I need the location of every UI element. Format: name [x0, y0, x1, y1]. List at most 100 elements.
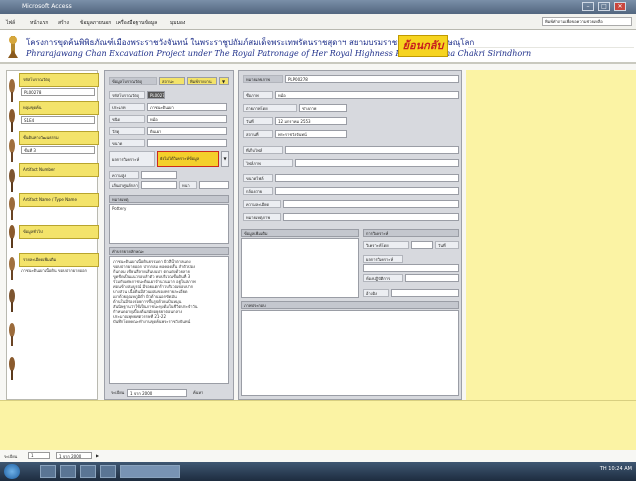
field-label: วัสดุ	[109, 127, 145, 135]
photo-number-field[interactable]: PLP00278	[285, 75, 459, 83]
analyst-field[interactable]	[411, 241, 433, 249]
photo-note-field[interactable]	[283, 213, 459, 221]
additional-info-textarea[interactable]	[241, 238, 359, 298]
field-label: ขนาดไฟล์	[243, 174, 273, 182]
artifact-figure-icon	[9, 79, 15, 102]
artifact-figure-icon	[9, 139, 15, 162]
illustration-area[interactable]	[241, 310, 459, 396]
start-button[interactable]	[4, 464, 20, 479]
nav-artifact-type[interactable]: Artifact Name / Type Name	[19, 193, 99, 207]
menu-item-home[interactable]: หน้าแรก	[30, 19, 48, 27]
nav-cultural-layer-value[interactable]: ชั้นที่ 3	[21, 146, 95, 154]
application-window: Microsoft Access – □ ✕ ไฟล์ หน้าแรก สร้า…	[0, 0, 636, 481]
additional-info-label: ข้อมูลเพิ่มเติม	[241, 229, 359, 237]
nav-cultural-layer[interactable]: ชั้นดินทางวัฒนธรรม	[19, 131, 99, 145]
field-label: เส้นผ่าศูนย์กลาง	[109, 181, 139, 189]
menu-item-file[interactable]: ไฟล์	[6, 19, 15, 27]
record-label: ระเบียน	[111, 390, 125, 395]
emblem-icon	[8, 36, 18, 58]
height-field[interactable]	[141, 171, 177, 179]
nav-artifact-code-value[interactable]: PL00278	[21, 88, 95, 96]
camera-field[interactable]	[275, 187, 459, 195]
record-counter[interactable]: 1 จาก 2000	[127, 389, 187, 397]
field-label: รหัสโบราณวัตถุ	[109, 91, 145, 99]
nav-artifact-code[interactable]: รหัสโบราณวัตถุ	[19, 73, 99, 87]
menu-item-external-data[interactable]: ข้อมูลภายนอก	[80, 19, 111, 27]
field-label: สถานที่	[243, 130, 273, 138]
note-textarea[interactable]: Pottery	[109, 204, 229, 244]
close-button[interactable]: ✕	[614, 2, 626, 11]
nav-artifact-number[interactable]: Artifact Number	[19, 163, 99, 177]
field-label: ขนาด	[109, 139, 145, 147]
back-button[interactable]: ย้อนกลับ	[398, 35, 448, 57]
search-label[interactable]: ค้นหา	[191, 389, 221, 397]
menu-item-database-tools[interactable]: เครื่องมือฐานข้อมูล	[116, 19, 157, 27]
category-field[interactable]: ภาชนะดินเผา	[147, 103, 227, 111]
field-label: ความสูง	[109, 171, 139, 179]
analysis-result-field[interactable]	[363, 264, 459, 272]
help-search-input[interactable]: พิมพ์คำถามเพื่อขอความช่วยเหลือ	[542, 17, 632, 26]
chevron-down-icon[interactable]: ▼	[221, 151, 229, 167]
artifact-figure-icon	[9, 357, 15, 380]
chevron-down-icon[interactable]: ▼	[219, 77, 229, 85]
artifact-figure-icon	[9, 257, 15, 280]
analysis-result-dropdown[interactable]: ยังไม่ได้วิเคราะห์ข้อมูล	[157, 151, 219, 167]
nav-more-details[interactable]: รายละเอียดเพิ่มเติม	[19, 253, 99, 267]
nav-excavation-pit-value[interactable]: S1E4	[21, 116, 95, 124]
image-file-field[interactable]	[295, 159, 459, 167]
record-current-input[interactable]: 1	[28, 452, 50, 459]
file-storage-field[interactable]	[285, 146, 459, 154]
photo-form: หมายเลขภาพ PLP00278 ชื่อภาพ หม้อ ถ่ายภาพ…	[238, 70, 462, 400]
menu-item-view[interactable]: มุมมอง	[170, 19, 185, 27]
status-button[interactable]: สถานะ	[159, 77, 185, 85]
artifact-figure-icon	[9, 197, 15, 220]
next-record-icon[interactable]: ▶	[96, 453, 99, 458]
field-label: หนา	[179, 181, 197, 189]
nav-general-info[interactable]: ข้อมูลทั่วไป	[19, 225, 99, 239]
menu-bar: ไฟล์ หน้าแรก สร้าง ข้อมูลภายนอก เครื่องม…	[0, 14, 636, 30]
file-size-field[interactable]	[275, 174, 459, 182]
reference-field[interactable]	[391, 289, 459, 297]
nav-more-details-text: ภาชนะดินเผาเนื้อดิน ขอบปากผายออก	[21, 268, 87, 273]
taskbar: TH 10:24 AM	[0, 462, 636, 481]
photographer-field[interactable]: ช่างภาพ	[299, 104, 347, 112]
access-taskbar-button[interactable]	[120, 465, 180, 478]
resolution-field[interactable]	[283, 200, 459, 208]
diameter-field[interactable]	[141, 181, 177, 189]
record-total: 1 จาก 2000	[56, 452, 92, 459]
explorer-taskbar-icon[interactable]	[40, 465, 56, 478]
banner-title-english: Phrarajawang Chan Excavation Project und…	[26, 49, 532, 58]
system-tray-clock: TH 10:24 AM	[599, 466, 632, 472]
photo-location-field[interactable]: พระราชวังจันทน์	[275, 130, 347, 138]
minimize-button[interactable]: –	[582, 2, 594, 11]
size-field[interactable]	[147, 139, 227, 147]
project-banner: โครงการขุดค้นพิพิธภัณฑ์เมืองพระราชวังจัน…	[0, 30, 636, 64]
artifact-figure-icon	[9, 169, 15, 192]
menu-item-create[interactable]: สร้าง	[58, 19, 69, 27]
folder-taskbar-icon[interactable]	[100, 465, 116, 478]
photo-title-field[interactable]: หม้อ	[275, 91, 459, 99]
nav-excavation-pit[interactable]: หลุมขุดค้น	[19, 101, 99, 115]
maximize-button[interactable]: □	[598, 2, 610, 11]
artifact-figure-icon	[9, 109, 15, 132]
print-report-button[interactable]: พิมพ์รายงาน	[187, 77, 217, 85]
laboratory-field[interactable]	[405, 274, 459, 282]
field-label: ไฟล์ภาพ	[243, 159, 293, 167]
media-taskbar-icon[interactable]	[80, 465, 96, 478]
title-bar: Microsoft Access – □ ✕	[0, 0, 636, 14]
type-field[interactable]: หม้อ	[147, 115, 227, 123]
artifact-form: ข้อมูลโบราณวัตถุ สถานะ พิมพ์รายงาน ▼ รหั…	[104, 70, 234, 400]
description-textarea[interactable]: ภาชนะดินเผาเนื้อดินธรรมดา ผิวสีน้ำตาลแดง…	[109, 256, 229, 384]
note-text: Pottery	[112, 206, 127, 211]
field-label: วันที่	[435, 241, 459, 249]
footer-panel	[0, 400, 636, 450]
browser-taskbar-icon[interactable]	[60, 465, 76, 478]
illustration-label: ภาพประกอบ	[241, 301, 459, 309]
note-label: หมายเหตุ	[109, 195, 229, 203]
material-field[interactable]: ดินเผา	[147, 127, 227, 135]
field-label: ชื่อภาพ	[243, 91, 273, 99]
thickness-field[interactable]	[199, 181, 229, 189]
artifact-code-field[interactable]: PL00278	[147, 91, 165, 99]
record-navigator: ระเบียน 1 1 จาก 2000 ▶	[2, 451, 142, 461]
photo-date-field[interactable]: 12 มกราคม 2553	[275, 117, 347, 125]
